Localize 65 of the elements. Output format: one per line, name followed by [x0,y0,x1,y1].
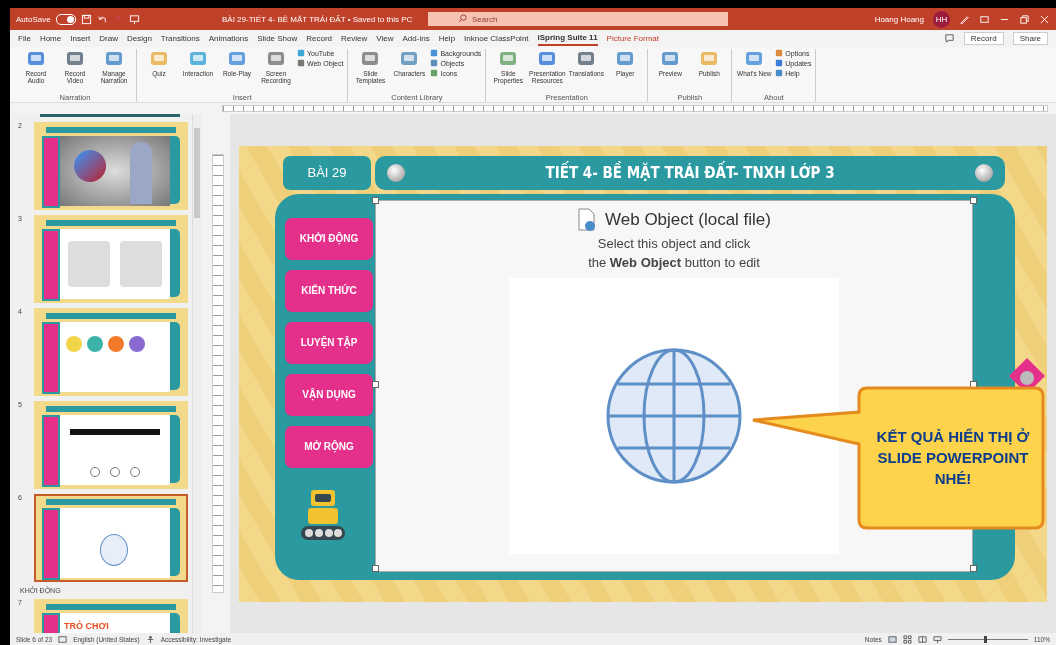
ribbon-tab[interactable]: Inknoe ClassPoint [464,32,529,45]
selection-handle[interactable] [372,380,379,388]
close-icon[interactable] [1039,13,1050,25]
instruction-text: Select this object and click [597,235,751,251]
pen-icon[interactable] [959,13,970,25]
record-button[interactable]: Record [963,32,1004,45]
accessibility-icon[interactable] [145,634,155,644]
slide-thumbnail[interactable]: TRÒ CHƠI [34,599,188,633]
menu-button[interactable]: MỞ RỘNG [285,425,373,468]
ribbon-tab[interactable]: Draw [99,32,118,45]
ribbon-tab[interactable]: View [376,32,394,45]
ribbon-tab[interactable]: Slide Show [257,32,298,45]
ribbon-tab[interactable]: Transitions [160,32,200,45]
presentation-icon[interactable] [128,13,140,25]
slide-thumbnail[interactable] [34,401,188,489]
ribbon-display-icon[interactable] [979,13,990,25]
menu-button[interactable]: LUYỆN TẬP [285,321,373,364]
slideshow-icon[interactable] [932,634,942,644]
window-title: BÀI 29-TIẾT 4- BỀ MẶT TRÁI ĐẤT • Saved to this PC [222,14,414,24]
menu-button[interactable]: VẬN DỤNG [285,373,373,416]
menu-button[interactable]: KHỞI ĐỘNG [285,217,373,260]
reading-view-icon[interactable] [917,634,927,644]
callout-text: KẾT QUẢ HIỂN THỊ Ở SLIDE POWERPOINT NHÉ! [875,427,1031,489]
ribbon-tab[interactable]: Help [438,32,456,45]
ribbon-tab[interactable]: Animations [208,32,249,45]
ribbon-tab[interactable]: Add-ins [402,32,430,45]
spelling-icon[interactable] [58,634,68,644]
ball-icon [975,163,993,182]
comments-icon[interactable] [943,33,955,44]
save-icon[interactable] [80,13,92,25]
selection-handle[interactable] [372,196,379,204]
slide-sorter-icon[interactable] [902,634,912,644]
slide-thumbnail[interactable] [34,122,188,210]
user-name: Hoang Hoang [874,14,924,24]
share-button[interactable]: Share [1012,32,1048,45]
ribbon-tab[interactable]: File [18,32,31,45]
selection-handle[interactable] [372,564,379,572]
selection-handle[interactable] [970,564,977,572]
ribbon-tab[interactable]: Review [341,32,368,45]
slide-thumbnail[interactable] [34,215,188,303]
web-object-title: Web Object (local file) [605,209,771,230]
user-avatar[interactable]: HH [933,10,950,28]
ribbon-tab[interactable]: Home [39,32,62,45]
normal-view-icon[interactable] [887,634,897,644]
restore-icon[interactable] [1019,13,1030,25]
autosave-toggle[interactable] [55,13,76,25]
menu-button[interactable]: KIẾN THỨC [285,269,373,312]
ribbon-tab[interactable]: Record [306,32,333,45]
ball-icon [387,163,405,182]
selection-handle[interactable] [970,196,977,204]
web-file-icon [577,207,597,232]
lesson-label: BÀI 29 [283,155,371,190]
slide-thumbnail[interactable] [34,494,188,582]
zoom-thumb[interactable] [983,635,987,643]
ribbon-tab[interactable]: Design [126,32,152,45]
instruction-text: the Web Object button to edit [588,254,760,270]
slide-title: TIẾT 4- BỀ MẶT TRÁI ĐẤT- TNXH LỚP 3 [544,163,836,182]
slide-thumbnail[interactable] [34,308,188,396]
ribbon-tab[interactable]: Picture Format [606,32,660,45]
search-field[interactable]: Search [428,12,728,26]
search-icon [458,14,467,23]
scrollbar[interactable] [192,114,202,633]
autosave-label: AutoSave [16,14,51,24]
ribbon-tab[interactable]: Insert [70,32,91,45]
thumbnail-caption: TRÒ CHƠI [64,621,109,631]
